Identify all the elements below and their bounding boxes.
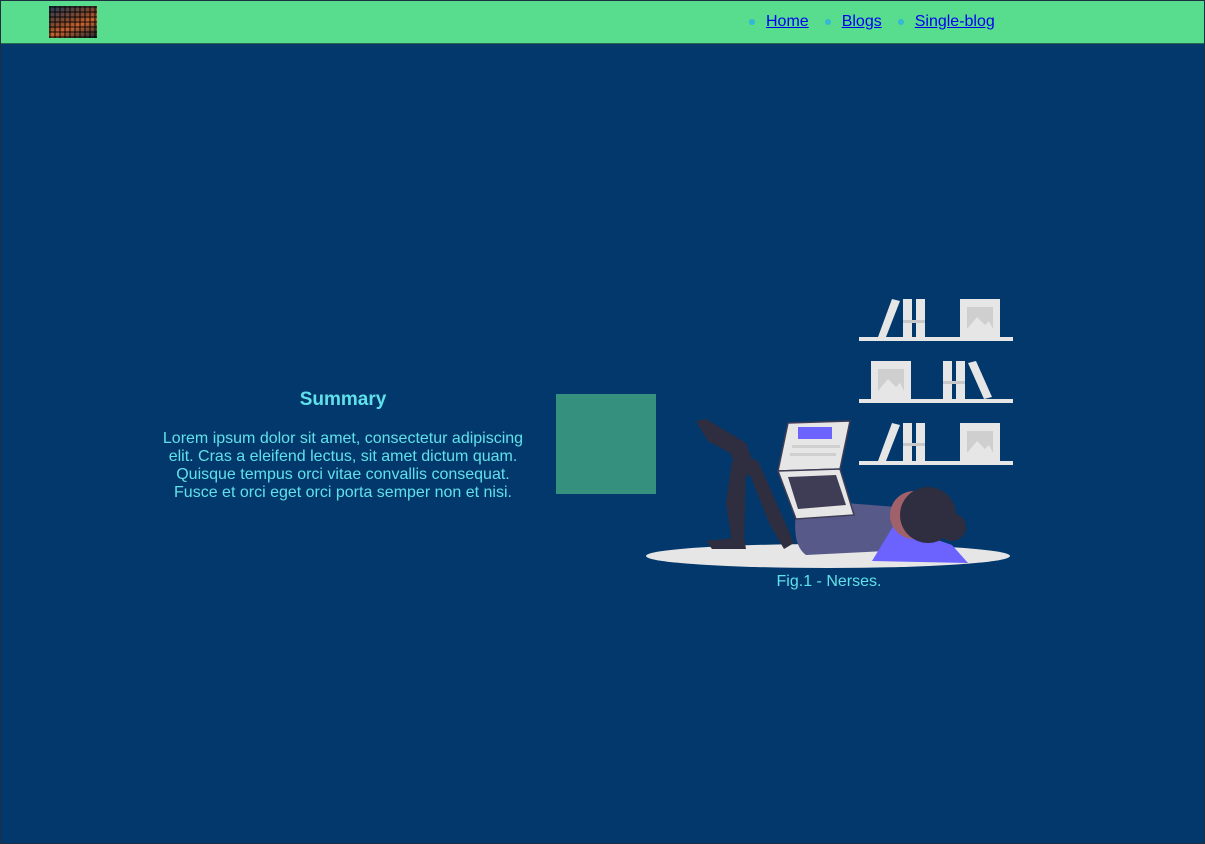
nav-item-home: Home [749,13,809,31]
site-logo[interactable] [49,6,97,38]
bullet-icon [824,19,831,25]
summary-line: Quisque tempus orci vitae convallis cons… [176,466,510,483]
nav-item-single-blog: Single-blog [897,13,995,31]
nav-link-single-blog[interactable]: Single-blog [915,13,995,31]
person-icon [696,419,968,563]
summary-line: Lorem ipsum dolor sit amet, consectetur … [162,430,524,447]
reading-person-illustration [646,299,1013,568]
image-placeholder [556,394,656,494]
summary-text: Lorem ipsum dolor sit amet, consectetur … [143,430,543,502]
nav-menu: Home Blogs Single-blog [749,13,1011,31]
summary-line: elit. Cras a eleifend lectus, sit amet d… [168,448,518,465]
bookshelf-icon [859,299,1013,465]
illustration-figure: Fig.1 - Nerses. [646,293,1016,593]
top-navbar: Home Blogs Single-blog [1,1,1204,44]
summary-line: Fusce et orci eget orci porta semper non… [174,484,512,501]
nav-link-home[interactable]: Home [766,13,809,31]
bullet-icon [897,19,904,25]
nav-link-blogs[interactable]: Blogs [842,13,882,31]
summary-section: Summary Lorem ipsum dolor sit amet, cons… [143,388,543,502]
figure-caption: Fig.1 - Nerses. [776,573,882,590]
nav-item-blogs: Blogs [824,13,882,31]
summary-title: Summary [299,389,387,410]
bullet-icon [749,19,755,25]
